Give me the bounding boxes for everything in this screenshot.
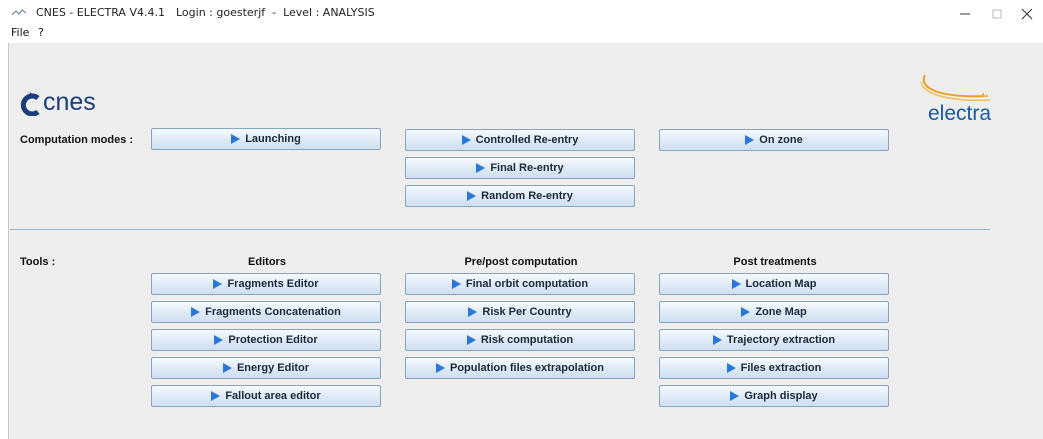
cnes-logo-text: cnes: [43, 88, 96, 116]
electra-logo-text: electra: [928, 102, 992, 125]
fragments-editor-button[interactable]: Fragments Editor: [151, 273, 381, 295]
play-icon: [476, 163, 486, 173]
menu-file[interactable]: File: [11, 26, 29, 39]
menu-bar: File ?: [0, 24, 1043, 42]
electra-logo: electra: [890, 72, 1030, 132]
protection-editor-button[interactable]: Protection Editor: [151, 329, 381, 351]
files-extraction-button[interactable]: Files extraction: [659, 357, 889, 379]
risk-per-country-button[interactable]: Risk Per Country: [405, 301, 635, 323]
random-reentry-button[interactable]: Random Re-entry: [405, 185, 635, 207]
play-icon: [730, 391, 740, 401]
population-files-extrapolation-button[interactable]: Population files extrapolation: [405, 357, 635, 379]
computation-modes-label: Computation modes :: [20, 134, 134, 146]
final-reentry-button[interactable]: Final Re-entry: [405, 157, 635, 179]
play-icon: [222, 363, 232, 373]
cnes-logo: cnes: [20, 88, 120, 118]
tools-label: Tools :: [20, 256, 56, 268]
maximize-icon: [992, 9, 1002, 19]
window-title: CNES - ELECTRA V4.4.1: [36, 6, 165, 19]
play-icon: [731, 279, 741, 289]
play-icon: [461, 135, 471, 145]
title-bar: CNES - ELECTRA V4.4.1 Login : goesterjf …: [0, 0, 1043, 26]
main-panel: [8, 43, 1043, 439]
play-icon: [466, 335, 476, 345]
play-icon: [745, 135, 755, 145]
maximize-button[interactable]: [982, 2, 1012, 24]
play-icon: [741, 307, 751, 317]
play-icon: [231, 134, 241, 144]
app-icon: [12, 9, 26, 16]
section-separator: [10, 229, 990, 230]
graph-display-button[interactable]: Graph display: [659, 385, 889, 407]
post-treatments-header: Post treatments: [733, 256, 817, 268]
risk-computation-button[interactable]: Risk computation: [405, 329, 635, 351]
prepost-header: Pre/post computation: [464, 256, 578, 268]
play-icon: [712, 335, 722, 345]
menu-help[interactable]: ?: [38, 26, 44, 39]
cnes-mark-icon: [20, 92, 40, 116]
close-button[interactable]: [1012, 2, 1042, 24]
editors-header: Editors: [248, 256, 286, 268]
play-icon: [211, 391, 221, 401]
play-icon: [435, 363, 445, 373]
final-orbit-computation-button[interactable]: Final orbit computation: [405, 273, 635, 295]
controlled-reentry-button[interactable]: Controlled Re-entry: [405, 129, 635, 151]
play-icon: [451, 279, 461, 289]
fragments-concatenation-button[interactable]: Fragments Concatenation: [151, 301, 381, 323]
location-map-button[interactable]: Location Map: [659, 273, 889, 295]
launching-button[interactable]: Launching: [151, 128, 381, 150]
play-icon: [467, 191, 477, 201]
minimize-button[interactable]: [950, 2, 980, 24]
fallout-area-editor-button[interactable]: Fallout area editor: [151, 385, 381, 407]
play-icon: [468, 307, 478, 317]
zone-map-button[interactable]: Zone Map: [659, 301, 889, 323]
trajectory-extraction-button[interactable]: Trajectory extraction: [659, 329, 889, 351]
minimize-icon: [960, 13, 970, 15]
play-icon: [191, 307, 201, 317]
energy-editor-button[interactable]: Energy Editor: [151, 357, 381, 379]
play-icon: [213, 279, 223, 289]
login-info: Login : goesterjf - Level : ANALYSIS: [176, 6, 375, 19]
on-zone-button[interactable]: On zone: [659, 129, 889, 151]
play-icon: [214, 335, 224, 345]
close-icon: [1021, 8, 1033, 20]
play-icon: [726, 363, 736, 373]
